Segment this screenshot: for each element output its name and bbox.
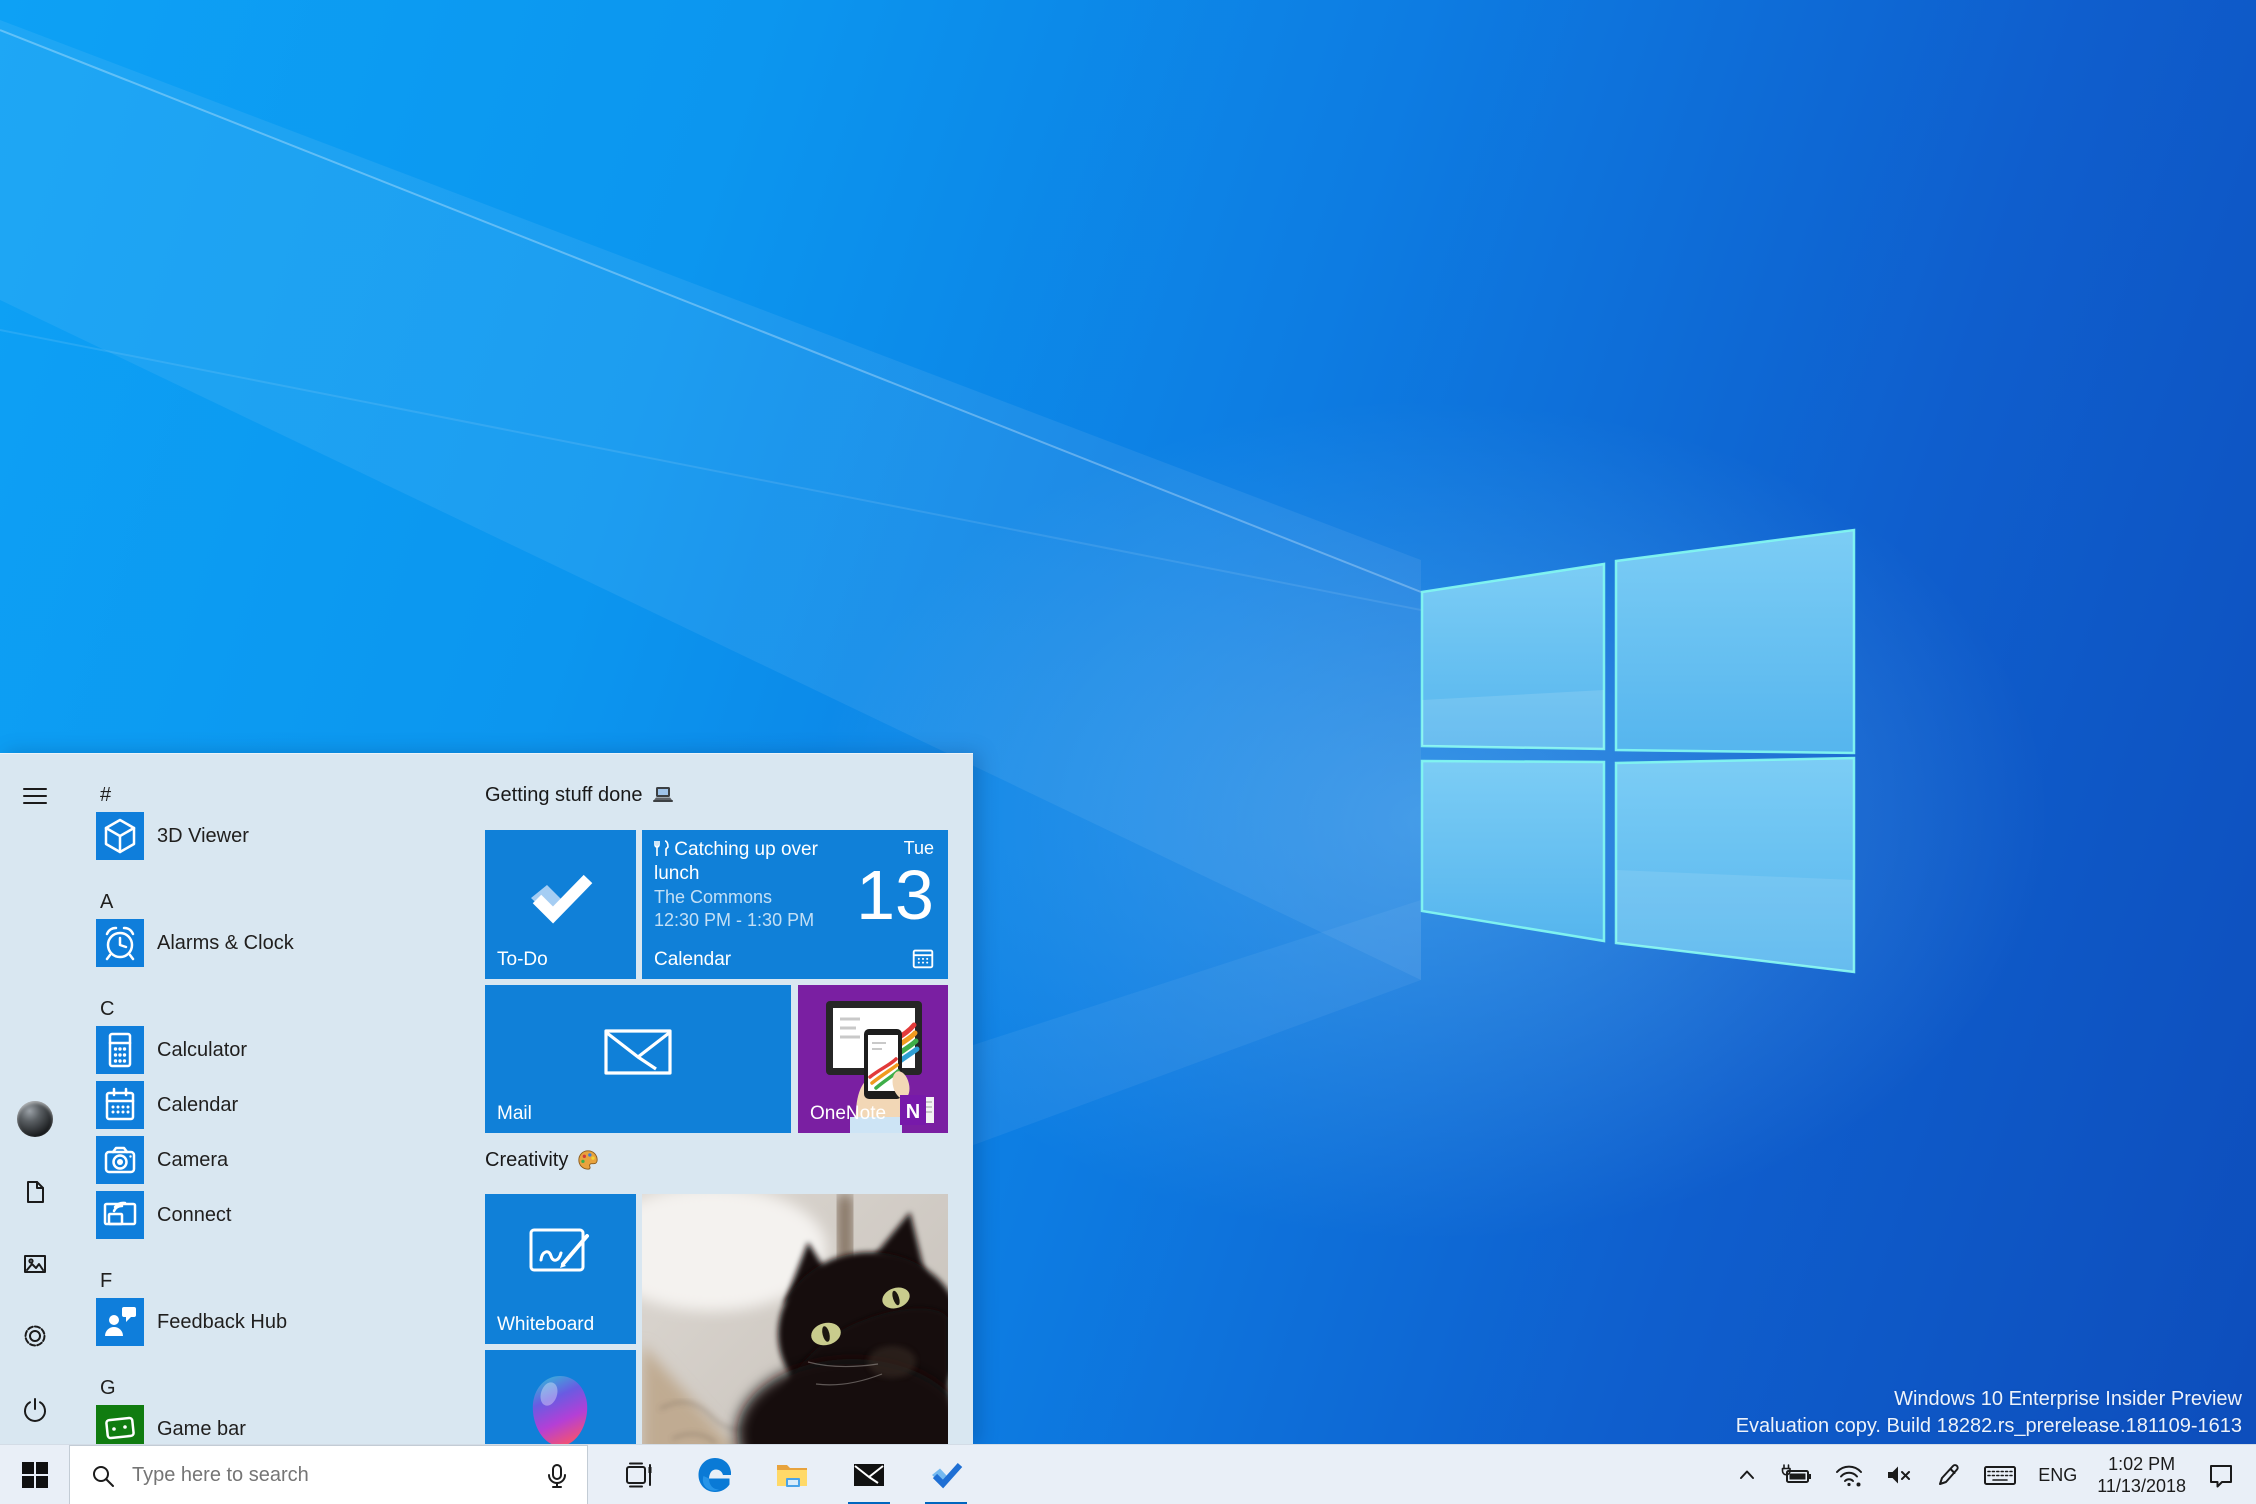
clock[interactable]: 1:02 PM 11/13/2018: [2097, 1453, 2186, 1497]
todo-icon: [932, 1462, 963, 1489]
edge-button[interactable]: [691, 1445, 739, 1504]
group-title: Creativity: [485, 1148, 569, 1171]
volume-muted-icon: [1888, 1466, 1911, 1484]
task-view-button[interactable]: [614, 1445, 662, 1504]
tile-onenote[interactable]: OneNote N: [798, 985, 948, 1133]
taskbar: ENG 1:02 PM 11/13/2018: [0, 1444, 2256, 1504]
file-explorer-icon: [777, 1465, 807, 1487]
tile-label: Mail: [497, 1103, 532, 1124]
watermark: Windows 10 Enterprise Insider Preview Ev…: [1736, 1386, 2242, 1440]
paint3d-balloon-icon: [532, 1376, 588, 1445]
whiteboard-icon: [529, 1228, 589, 1272]
fork-knife-emoji-icon: [654, 840, 669, 856]
tile-label: OneNote: [810, 1103, 887, 1124]
file-explorer-button[interactable]: [768, 1445, 816, 1504]
tile-group-getting-stuff-done[interactable]: Getting stuff done: [485, 781, 675, 809]
tile-todo[interactable]: To-Do: [485, 830, 636, 979]
tile-label: To-Do: [497, 949, 548, 970]
chevron-up-icon: [1740, 1470, 1755, 1479]
group-title: Getting stuff done: [485, 783, 643, 806]
touch-keyboard-button[interactable]: [1982, 1451, 2018, 1499]
cat-photo: [642, 1194, 948, 1445]
todo-button[interactable]: [922, 1445, 970, 1504]
palette-emoji-icon: [578, 1150, 598, 1170]
laptop-emoji-icon: [652, 787, 673, 802]
start-tiles-area: Getting stuff done To-Do Catching up ove…: [0, 754, 973, 1445]
tile-calendar[interactable]: Catching up over lunch The Commons 12:30…: [642, 830, 948, 979]
action-center-button[interactable]: [2206, 1451, 2236, 1499]
pen-icon: [1939, 1464, 1959, 1485]
svg-text:N: N: [906, 1101, 920, 1123]
start-button[interactable]: [0, 1445, 69, 1504]
battery-button[interactable]: [1780, 1451, 1814, 1499]
pen-button[interactable]: [1934, 1451, 1962, 1499]
mail-button[interactable]: [845, 1445, 893, 1504]
time-label: 1:02 PM: [2108, 1454, 2176, 1474]
task-view-icon: [626, 1462, 652, 1488]
taskbar-search[interactable]: [69, 1445, 588, 1504]
language-button[interactable]: ENG: [2038, 1451, 2077, 1499]
tile-photos-live[interactable]: [642, 1194, 948, 1445]
wifi-icon: [1836, 1465, 1863, 1487]
tile-mail[interactable]: Mail: [485, 985, 791, 1133]
watermark-line2: Evaluation copy. Build 18282.rs_prerelea…: [1735, 1415, 2242, 1437]
desktop: Windows 10 Enterprise Insider Preview Ev…: [0, 0, 2256, 1504]
tray-chevron-button[interactable]: [1734, 1451, 1760, 1499]
tile-label: Whiteboard: [497, 1314, 595, 1335]
tile-paint3d[interactable]: [485, 1350, 636, 1445]
battery-charging-icon: [1781, 1464, 1812, 1483]
calendar-glyph-icon: [912, 949, 934, 969]
windows-logo-icon: [21, 1462, 48, 1488]
network-button[interactable]: [1834, 1451, 1864, 1499]
edge-icon: [698, 1458, 731, 1492]
calendar-day-number: 13: [856, 856, 934, 934]
action-center-icon: [2210, 1465, 2232, 1488]
watermark-line1: Windows 10 Enterprise Insider Preview: [1894, 1388, 2242, 1410]
tile-whiteboard[interactable]: Whiteboard: [485, 1194, 636, 1344]
keyboard-icon: [1984, 1466, 2017, 1485]
language-label: ENG: [2038, 1464, 2078, 1485]
mail-envelope-icon: [604, 1029, 672, 1075]
mail-icon: [854, 1464, 884, 1486]
tile-group-creativity[interactable]: Creativity: [485, 1146, 600, 1174]
tile-label: Calendar: [654, 949, 732, 970]
onenote-logo-icon: N: [900, 1095, 934, 1125]
microphone-icon[interactable]: [543, 1462, 571, 1490]
start-menu: # 3D Viewer A Alarms & Clock C Calculato…: [0, 753, 973, 1445]
system-tray: ENG 1:02 PM 11/13/2018: [1734, 1445, 2256, 1504]
date-label: 11/13/2018: [2097, 1476, 2186, 1496]
search-input[interactable]: [130, 1463, 543, 1488]
search-icon: [93, 1465, 114, 1487]
volume-button[interactable]: [1884, 1451, 1914, 1499]
calendar-event-title: Catching up over lunch: [654, 839, 818, 884]
todo-check-icon: [531, 874, 593, 924]
taskbar-app-icons: [588, 1445, 970, 1504]
